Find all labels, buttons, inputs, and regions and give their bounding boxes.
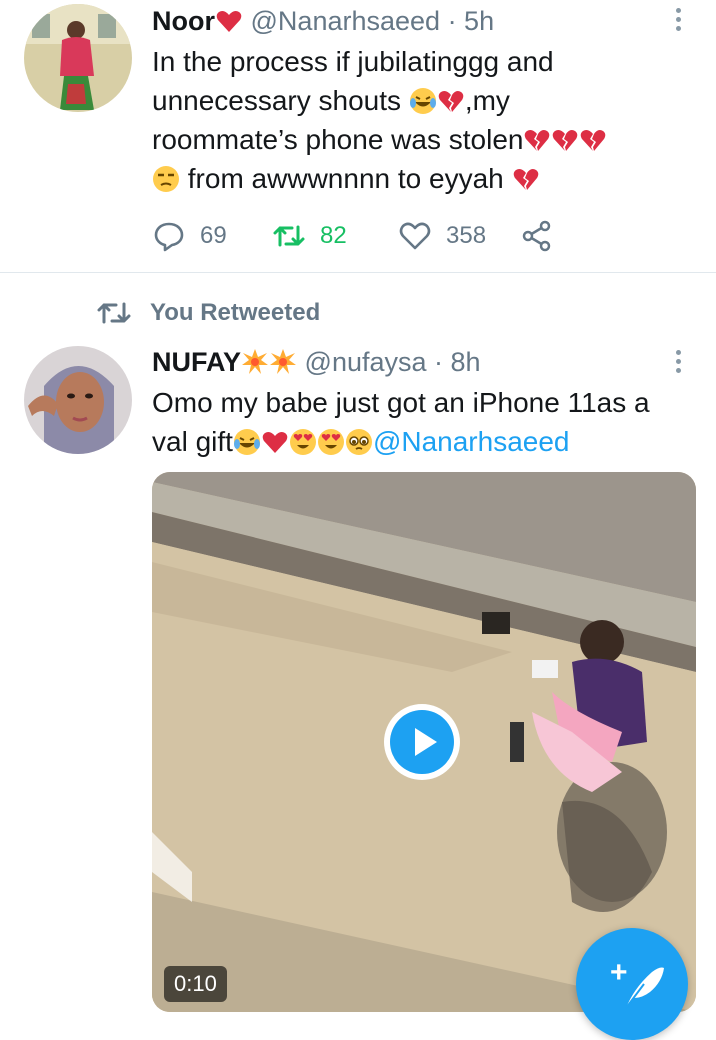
unamused-emoji-icon [153,166,179,192]
collision-icon [270,349,297,374]
play-icon [390,710,454,774]
reply-button[interactable]: 69 [152,218,227,254]
tweet-text-line: Omo my babe just got an iPhone 11as a [152,387,650,418]
tweet-text-line: In the process if jubilatinggg and [152,46,554,77]
retweeted-label: You Retweeted [150,299,321,326]
laughing-emoji-icon [409,88,436,114]
timestamp: · 5h [447,6,495,36]
share-button[interactable] [520,218,568,254]
handle[interactable]: @Nanarhsaeed [251,6,441,36]
video-duration: 0:10 [164,966,227,1002]
text-span: roommate’s phone was stolen [152,124,524,155]
tweet-actions: 69 82 358 [152,218,572,254]
broken-heart-icon [513,169,538,190]
tweet-text-line: unnecessary shouts ,my [152,81,692,120]
tweet-nufay[interactable]: NUFAY @nufaysa · 8h Omo my babe just got… [0,340,716,1012]
display-name[interactable]: NUFAY [152,347,241,377]
retweet-icon [273,225,305,247]
like-count: 358 [446,222,487,249]
tweet-text-line: val gift @Nanarhsaeed [152,422,692,461]
heart-icon [399,222,431,250]
display-name[interactable]: Noor [152,6,215,36]
retweet-button[interactable]: 82 [272,218,347,254]
more-options-icon[interactable] [676,350,684,377]
mention-link[interactable]: @Nanarhsaeed [373,426,570,457]
retweet-icon [97,302,131,324]
laughing-emoji-icon [233,429,260,455]
collision-icon [242,349,269,374]
feather-icon [625,967,664,1009]
play-button[interactable] [384,704,460,780]
text-span: unnecessary shouts [152,85,409,116]
broken-heart-icon [553,130,578,151]
heart-eyes-emoji-icon [317,429,344,455]
broken-heart-icon [438,91,464,112]
handle[interactable]: @nufaysa [305,347,427,377]
divider [0,272,716,273]
avatar[interactable] [24,346,132,454]
heart-eyes-emoji-icon [289,429,316,455]
pleading-emoji-icon [345,429,372,455]
retweeted-banner: You Retweeted [96,298,320,328]
reply-icon [154,222,184,252]
broken-heart-icon [581,130,606,151]
broken-heart-icon [525,130,550,151]
text-span: from awwwnnnn to eyyah [180,163,512,194]
avatar[interactable] [24,4,132,112]
tweet-header: NUFAY @nufaysa · 8h [152,347,481,378]
text-span: val gift [152,426,233,457]
red-heart-icon [216,11,242,32]
tweet-text-line: roommate’s phone was stolen [152,120,692,159]
more-options-icon[interactable] [676,8,684,35]
tweet-header: Noor @Nanarhsaeed · 5h [152,6,494,37]
compose-tweet-button[interactable]: + [576,928,688,1040]
red-heart-icon [262,432,288,453]
reply-count: 69 [200,222,227,249]
tweet-text: In the process if jubilatinggg and unnec… [152,42,692,198]
share-icon [522,220,551,252]
like-button[interactable]: 358 [398,218,486,254]
text-span: ,my [464,85,510,116]
tweet-text-line: from awwwnnnn to eyyah [152,159,692,198]
tweet-noor[interactable]: Noor @Nanarhsaeed · 5h In the process if… [0,0,716,272]
tweet-text: Omo my babe just got an iPhone 11as a va… [152,383,692,461]
timestamp: · 8h [434,347,481,377]
retweet-count: 82 [320,222,347,249]
